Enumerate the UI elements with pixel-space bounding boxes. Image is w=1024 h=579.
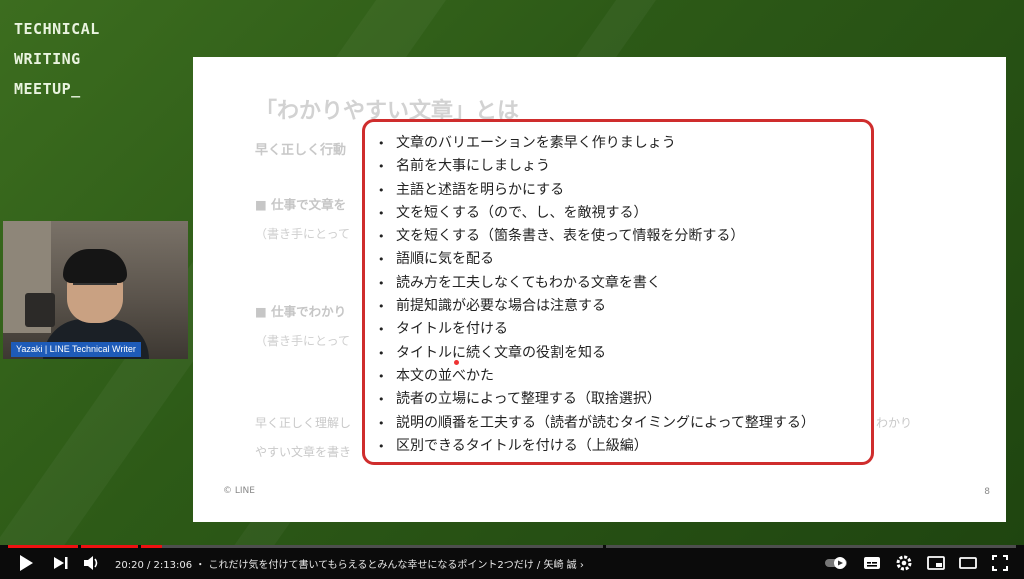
video-frame[interactable]: TECHNICAL WRITING MEETUP_ 「わかりやすい文章」とは 早… xyxy=(0,0,1024,545)
speaker-glasses xyxy=(73,283,117,297)
fullscreen-button[interactable] xyxy=(988,551,1012,575)
miniplayer-icon xyxy=(927,556,945,570)
settings-icon xyxy=(896,555,912,571)
checklist-item-text: 区別できるタイトルを付ける（上級編） xyxy=(396,437,648,454)
slide-heading: ■ 仕事で文章を xyxy=(255,197,347,212)
checklist-item: • 文を短くする（箇条書き、表を使って情報を分断する） xyxy=(375,225,871,248)
chapter-separator xyxy=(78,545,81,548)
theater-mode-button[interactable] xyxy=(956,551,980,575)
slide-note: （書き手にとって xyxy=(255,334,351,348)
checklist-item: • 主語と述語を明らかにする xyxy=(375,179,871,202)
checklist-item-text: 主語と述語を明らかにする xyxy=(396,181,565,198)
fullscreen-icon xyxy=(992,555,1008,571)
bullet-icon: • xyxy=(378,369,385,383)
bullet-icon: • xyxy=(378,183,385,197)
chapter-separator xyxy=(603,545,606,548)
miniplayer-button[interactable] xyxy=(924,551,948,575)
checklist-callout: • 文章のバリエーションを素早く作りましょう • 名前を大事にしましょう • 主語と述… xyxy=(362,119,874,465)
checklist-item-text: 前提知識が必要な場合は注意する xyxy=(396,298,606,315)
checklist-item-text: タイトルを付ける xyxy=(396,321,508,338)
logo-line: WRITING xyxy=(14,50,81,68)
speaker-hair xyxy=(63,249,127,283)
bullet-icon: • xyxy=(378,346,385,360)
bullet-icon: • xyxy=(378,160,385,174)
checklist-item: • 前提知識が必要な場合は注意する xyxy=(375,295,871,318)
checklist-item-text: 名前を大事にしましょう xyxy=(396,158,550,175)
checklist-item-text: 語順に気を配る xyxy=(396,251,494,268)
slide-heading: ■ 仕事でわかり xyxy=(255,304,347,319)
speaker-webcam: Yazaki | LINE Technical Writer xyxy=(3,221,188,359)
checklist-item-text: 説明の順番を工夫する（読者が読むタイミングによって整理する） xyxy=(396,414,815,431)
checklist-item-text: 文を短くする（ので、し、を敵視する） xyxy=(396,204,648,221)
checklist-item: • タイトルを付ける xyxy=(375,318,871,341)
slide-body-text: わかり xyxy=(876,416,913,430)
autoplay-toggle[interactable] xyxy=(824,551,850,575)
checklist-item: • 区別できるタイトルを付ける（上級編） xyxy=(375,435,871,458)
logo-line: MEETUP_ xyxy=(14,80,81,98)
volume-icon xyxy=(84,556,98,570)
slide-copyright: © LINE xyxy=(223,486,255,496)
checklist-item: • 文を短くする（ので、し、を敵視する） xyxy=(375,202,871,225)
bullet-icon: • xyxy=(378,253,385,267)
play-button[interactable] xyxy=(14,551,38,575)
title-separator: ・ xyxy=(195,560,206,571)
checklist-item-text: 文を短くする（箇条書き、表を使って情報を分断する） xyxy=(396,228,745,245)
checklist-item-text: 読み方を工夫しなくてもわかる文章を書く xyxy=(396,274,661,291)
volume-button[interactable] xyxy=(80,551,104,575)
theater-icon xyxy=(959,557,977,569)
time-display: 20:20 / 2:13:06 xyxy=(115,560,193,571)
bullet-icon: • xyxy=(378,206,385,220)
checklist-item: • 説明の順番を工夫する（読者が読むタイミングによって整理する） xyxy=(375,412,871,435)
checklist-item-text: 読者の立場によって整理する（取捨選択） xyxy=(396,391,661,408)
speaker-name-tag: Yazaki | LINE Technical Writer xyxy=(11,342,141,357)
slide-body-text: 早く正しく理解し xyxy=(255,416,352,430)
video-info[interactable]: 20:20 / 2:13:06 ・ これだけ気を付けて書いてもらえるとみんな幸せ… xyxy=(115,556,584,571)
checklist-item: • 文章のバリエーションを素早く作りましょう xyxy=(375,132,871,155)
bullet-icon: • xyxy=(378,137,385,150)
checklist-item-text: タイトルに続く文章の役割を知る xyxy=(396,344,606,361)
checklist-item: • 読者の立場によって整理する（取捨選択） xyxy=(375,388,871,411)
checklist: • 文章のバリエーションを素早く作りましょう • 名前を大事にしましょう • 主語と述… xyxy=(375,132,871,458)
webcam-figure xyxy=(25,293,55,327)
slide-body-text: やすい文章を書き xyxy=(255,445,352,459)
checklist-item-text: 文章のバリエーションを素早く作りましょう xyxy=(396,135,676,151)
settings-button[interactable] xyxy=(892,551,916,575)
meetup-logo: TECHNICAL WRITING MEETUP_ xyxy=(14,14,100,104)
next-button[interactable] xyxy=(49,551,73,575)
subtitles-button[interactable] xyxy=(860,551,884,575)
chapter-separator xyxy=(138,545,141,548)
subtitles-icon xyxy=(864,557,880,569)
bullet-icon: • xyxy=(378,416,385,430)
bullet-icon: • xyxy=(378,439,385,453)
bullet-icon: • xyxy=(378,323,385,337)
checklist-item: • 名前を大事にしましょう xyxy=(375,155,871,178)
progress-bar[interactable] xyxy=(8,545,1016,548)
slide-subtitle: 早く正しく行動 xyxy=(255,143,347,158)
bullet-icon: • xyxy=(378,300,385,314)
slide-note: （書き手にとって xyxy=(255,227,351,241)
next-icon xyxy=(54,557,68,569)
laser-pointer-dot xyxy=(454,360,459,365)
logo-line: TECHNICAL xyxy=(14,20,100,38)
bullet-icon: • xyxy=(378,393,385,407)
checklist-item: • タイトルに続く文章の役割を知る xyxy=(375,342,871,365)
bullet-icon: • xyxy=(378,230,385,244)
checklist-item: • 読み方を工夫しなくてもわかる文章を書く xyxy=(375,272,871,295)
video-title: これだけ気を付けて書いてもらえるとみんな幸せになるポイント2つだけ / 矢崎 誠 xyxy=(208,560,577,571)
slide-page-number: 8 xyxy=(984,487,990,497)
autoplay-toggle-icon xyxy=(825,557,847,569)
play-icon xyxy=(20,555,33,571)
chevron-right-icon: › xyxy=(579,560,584,571)
checklist-item: • 本文の並べかた xyxy=(375,365,871,388)
bullet-icon: • xyxy=(378,276,385,290)
checklist-item: • 語順に気を配る xyxy=(375,248,871,271)
checklist-item-text: 本文の並べかた xyxy=(396,367,494,384)
